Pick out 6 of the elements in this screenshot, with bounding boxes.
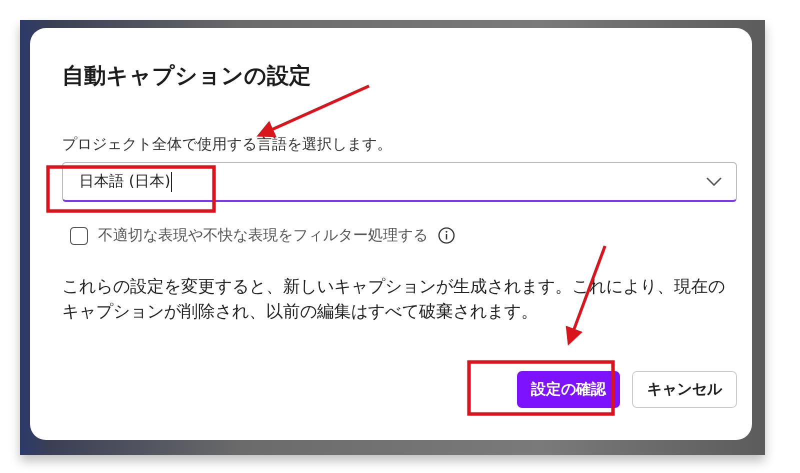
confirm-button[interactable]: 設定の確認 [517,371,620,408]
language-select[interactable]: 日本語 (日本) [62,162,737,202]
language-label: プロジェクト全体で使用する言語を選択します。 [62,134,393,154]
cancel-button[interactable]: キャンセル [632,371,737,408]
dialog-title: 自動キャプションの設定 [62,62,312,91]
filter-label: 不適切な表現や不快な表現をフィルター処理する [98,226,428,245]
